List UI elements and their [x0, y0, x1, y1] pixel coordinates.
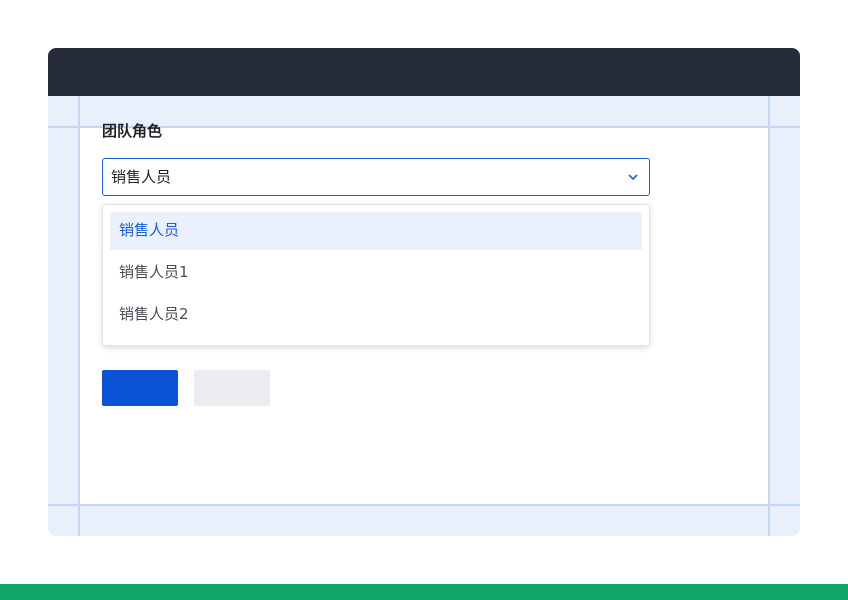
dropdown-option-label: 销售人员1	[119, 263, 189, 281]
layout-guide-bottom	[48, 504, 800, 506]
dropdown-option-label: 销售人员2	[119, 305, 189, 323]
layout-guide-right	[768, 96, 770, 536]
confirm-button[interactable]	[102, 370, 178, 406]
team-role-label: 团队角色	[102, 122, 163, 140]
footer-bar	[0, 584, 848, 600]
team-role-select-value: 销售人员	[111, 168, 172, 186]
window-titlebar	[48, 48, 800, 96]
cancel-button[interactable]	[194, 370, 270, 406]
team-role-select[interactable]: 销售人员	[102, 158, 650, 196]
dropdown-option-sales-1[interactable]: 销售人员1	[110, 254, 642, 292]
dropdown-option-label: 销售人员	[119, 221, 180, 239]
dropdown-option-sales[interactable]: 销售人员	[110, 212, 642, 250]
team-role-dropdown: 销售人员 销售人员1 销售人员2	[102, 204, 650, 346]
dropdown-option-sales-2[interactable]: 销售人员2	[110, 296, 642, 334]
chevron-down-icon	[628, 174, 638, 180]
